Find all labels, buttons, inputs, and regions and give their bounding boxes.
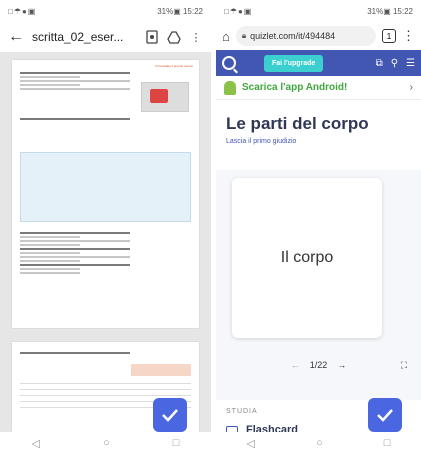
nav-recents-icon[interactable]: □ (173, 437, 180, 449)
pdf-viewer-panel: □☂●▣ 31%▣ 15:22 ← scritta_02_eser... ⋮ C… (0, 0, 211, 454)
checkmark-fab-button[interactable] (368, 398, 402, 432)
text-line (20, 260, 80, 262)
upgrade-button[interactable]: Fai l'upgrade (264, 54, 324, 72)
set-title: Le parti del corpo (226, 114, 369, 133)
create-icon[interactable]: ⧉ (376, 58, 383, 69)
nav-home-icon[interactable]: ○ (316, 437, 323, 449)
text-line (20, 268, 80, 270)
text-line (20, 272, 80, 274)
document-canvas[interactable]: Consolidate il proprio esame (0, 52, 211, 432)
browser-panel: □☂●▣ 31%▣ 15:22 ⌂ 🔒︎ quizlet.com/it/4944… (216, 0, 421, 454)
banner-text: Scarica l'app Android! (242, 82, 348, 93)
system-nav-bar: ◁ ○ □ (216, 432, 421, 454)
flashcard-term: Il corpo (280, 249, 334, 266)
status-bar: □☂●▣ 31%▣ 15:22 (0, 0, 211, 22)
flashcard-area: Il corpo ← 1/22 → ⛶ (216, 170, 421, 400)
text-line (20, 248, 130, 250)
address-bar[interactable]: 🔒︎ quizlet.com/it/494484 (235, 26, 376, 46)
lock-icon: 🔒︎ (241, 31, 247, 40)
table-header (131, 364, 191, 376)
reading-box (20, 152, 191, 222)
text-line (20, 76, 80, 78)
search-icon[interactable]: ⚲ (391, 58, 398, 69)
system-nav-bar: ◁ ○ □ (0, 432, 211, 454)
flashcard[interactable]: Il corpo (232, 178, 382, 338)
fullscreen-icon[interactable]: ⛶ (401, 360, 407, 371)
more-options-icon[interactable]: ⋮ (189, 30, 203, 44)
exercise-image (141, 82, 189, 112)
nav-back-icon[interactable]: ◁ (247, 437, 255, 450)
text-line (20, 264, 130, 266)
rate-link[interactable]: Lascia il primo giudizio (216, 136, 421, 147)
back-arrow-icon[interactable]: ← (8, 28, 24, 46)
status-battery-time: 31%▣ 15:22 (367, 6, 413, 16)
nav-back-icon[interactable]: ◁ (32, 437, 40, 450)
status-battery-time: 31%▣ 15:22 (157, 6, 203, 16)
status-icons: □☂●▣ (224, 6, 253, 16)
text-line (20, 72, 130, 74)
page-header-text: Consolidate il proprio esame (154, 64, 193, 68)
text-line (20, 352, 130, 354)
text-line (20, 252, 80, 254)
status-icons: □☂●▣ (8, 6, 37, 16)
app-download-banner[interactable]: Scarica l'app Android! › (216, 76, 421, 100)
text-line (20, 236, 80, 238)
browser-toolbar: ⌂ 🔒︎ quizlet.com/it/494484 1 ⋮ (216, 22, 421, 50)
home-icon[interactable]: ⌂ (222, 29, 230, 44)
android-icon (224, 80, 236, 95)
study-section-label: STUDIA (226, 408, 258, 415)
card-counter: 1/22 (309, 360, 328, 370)
text-line (20, 240, 130, 242)
document-title: scritta_02_eser... (32, 30, 124, 44)
quizlet-logo-icon[interactable] (222, 56, 236, 70)
text-line (20, 244, 80, 246)
quizlet-header: Fai l'upgrade ⧉ ⚲ ☰ (216, 50, 421, 76)
more-options-icon[interactable]: ⋮ (402, 28, 415, 44)
text-line (20, 232, 130, 234)
drive-add-icon[interactable] (167, 30, 181, 44)
chevron-right-icon: › (409, 82, 413, 93)
status-bar: □☂●▣ 31%▣ 15:22 (216, 0, 421, 22)
url-text: quizlet.com/it/494484 (250, 31, 336, 41)
next-arrow-icon[interactable]: → (337, 360, 346, 370)
tab-count-button[interactable]: 1 (382, 29, 396, 43)
menu-icon[interactable]: ☰ (406, 58, 415, 69)
card-navigation: ← 1/22 → (216, 360, 421, 370)
nav-home-icon[interactable]: ○ (103, 437, 110, 449)
previous-arrow-icon[interactable]: ← (291, 360, 300, 370)
text-line (20, 118, 130, 120)
pdf-page-1: Consolidate il proprio esame (12, 60, 199, 328)
nav-recents-icon[interactable]: □ (384, 437, 391, 449)
pdf-toolbar: ← scritta_02_eser... ⋮ (0, 22, 211, 52)
text-line (20, 256, 130, 258)
text-line (20, 88, 130, 90)
checkmark-fab-button[interactable] (153, 398, 187, 432)
split-screen: □☂●▣ 31%▣ 15:22 ← scritta_02_eser... ⋮ C… (0, 0, 421, 454)
text-line (20, 84, 80, 86)
text-line (20, 80, 130, 82)
edit-document-icon[interactable] (145, 30, 159, 44)
